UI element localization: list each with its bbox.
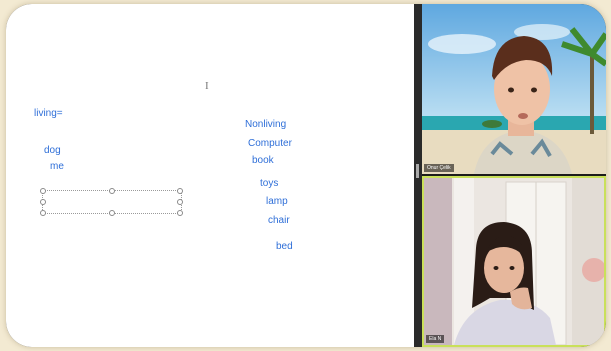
- nonliving-item: lamp: [266, 196, 288, 207]
- resize-handle[interactable]: [177, 210, 183, 216]
- nonliving-item: book: [252, 155, 274, 166]
- nonliving-item: Computer: [248, 138, 292, 149]
- nonliving-item: chair: [268, 215, 290, 226]
- scrollbar[interactable]: [416, 164, 419, 178]
- resize-handle[interactable]: [40, 188, 46, 194]
- text-cursor-icon: I: [205, 80, 209, 92]
- living-item: dog: [44, 145, 61, 156]
- resize-handle[interactable]: [109, 188, 115, 194]
- resize-handle[interactable]: [40, 210, 46, 216]
- participant-video-tile-active[interactable]: Ela N: [422, 176, 606, 347]
- living-item: me: [50, 161, 64, 172]
- nonliving-heading: Nonliving: [245, 119, 287, 130]
- participant-video-tile[interactable]: Onur Çelik: [422, 4, 606, 174]
- whiteboard-canvas[interactable]: living= dog me I Nonliving Computer book…: [6, 4, 414, 347]
- selection-box[interactable]: [40, 188, 183, 216]
- participant-name: Onur Çelik: [424, 164, 454, 172]
- resize-handle[interactable]: [40, 199, 46, 205]
- participant-video-feed: [424, 178, 604, 345]
- living-heading: living=: [34, 108, 63, 119]
- resize-handle[interactable]: [177, 199, 183, 205]
- nonliving-item: bed: [276, 241, 293, 252]
- participant-video-feed: [422, 4, 606, 174]
- participant-name: Ela N: [426, 335, 445, 343]
- nonliving-item: toys: [260, 178, 279, 189]
- resize-handle[interactable]: [177, 188, 183, 194]
- meeting-window: living= dog me I Nonliving Computer book…: [6, 4, 606, 347]
- resize-handle[interactable]: [109, 210, 115, 216]
